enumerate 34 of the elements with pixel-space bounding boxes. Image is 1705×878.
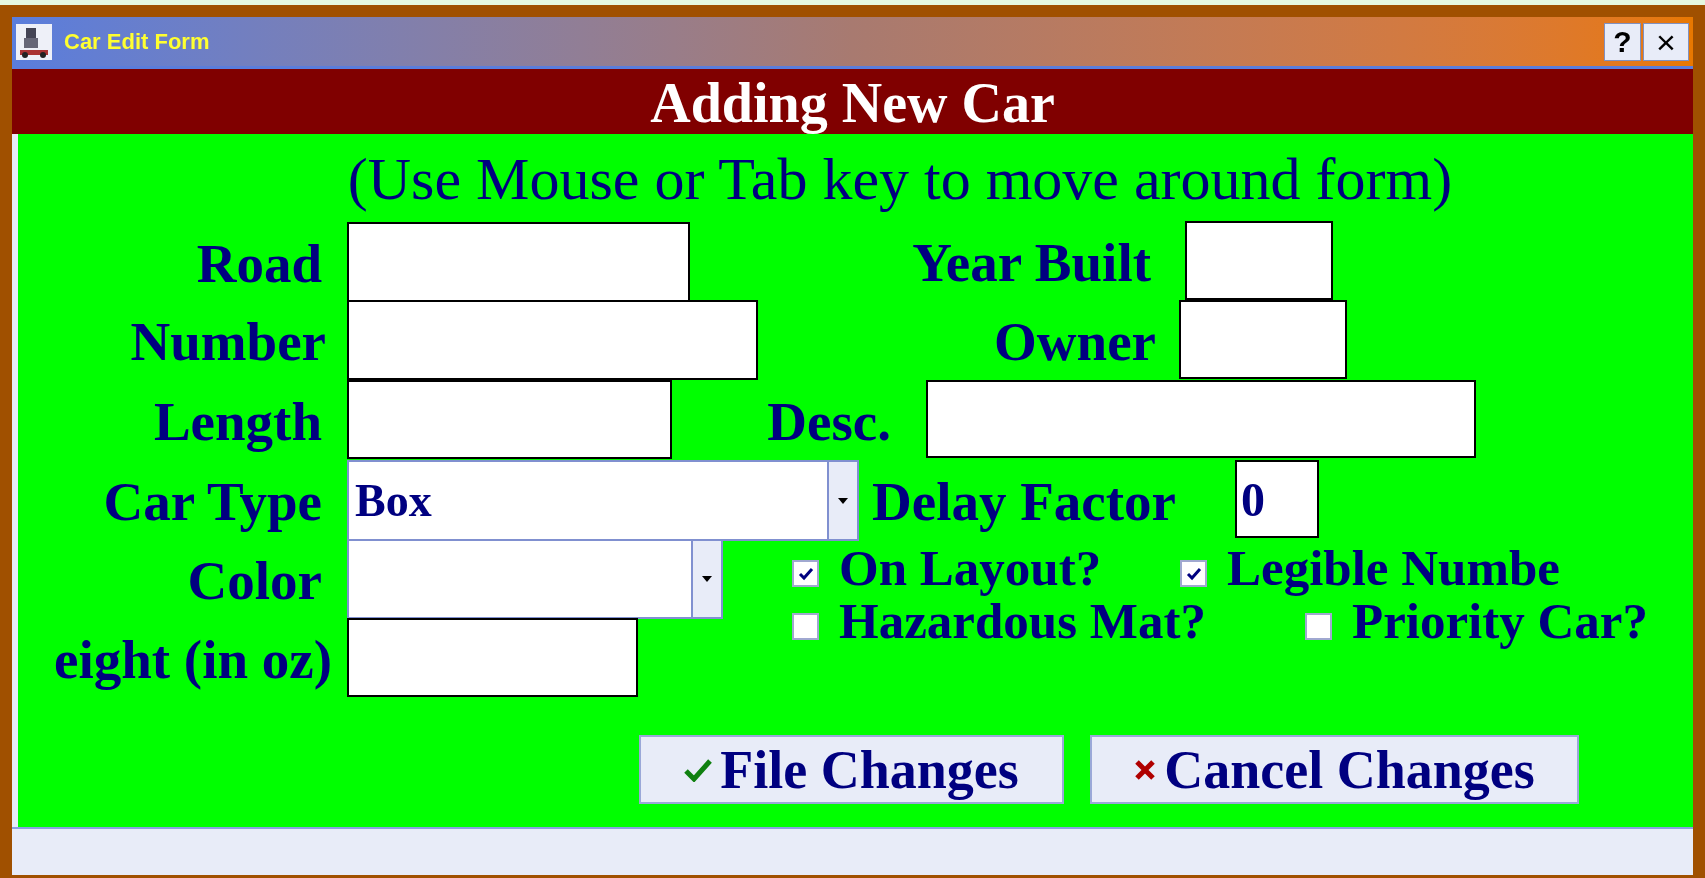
window-title: Car Edit Form (64, 28, 210, 56)
field-label: Owner (994, 314, 1156, 369)
instruction-text: (Use Mouse or Tab key to move around form) (346, 149, 1454, 211)
input-field[interactable] (347, 380, 672, 459)
field-label: Number (130, 314, 326, 369)
field-label: Desc. (767, 394, 891, 449)
field-label: Color (187, 553, 322, 608)
input-field[interactable]: 0 (1235, 460, 1319, 538)
cancel-button[interactable]: Cancel Changes (1090, 735, 1579, 804)
checkbox-label: On Layout? (839, 543, 1102, 594)
field-label: Year Built (912, 235, 1151, 290)
checkmark-icon (1185, 566, 1202, 581)
dropdown-field[interactable]: Box (347, 460, 859, 541)
checkbox[interactable] (792, 613, 819, 640)
file-changes-button[interactable]: File Changes (639, 735, 1064, 804)
input-field[interactable] (1185, 221, 1333, 300)
checkbox-label: Legible Numbe (1227, 543, 1560, 594)
input-field[interactable] (1179, 300, 1347, 379)
input-field[interactable] (926, 380, 1476, 458)
checkmark-icon (684, 757, 713, 782)
checkbox-label: Hazardous Mat? (839, 596, 1206, 647)
checkbox-label: Priority Car? (1352, 596, 1648, 647)
input-field[interactable] (347, 618, 638, 697)
field-label: Road (196, 236, 322, 291)
dropdown-field[interactable] (347, 539, 723, 619)
app-icon (16, 23, 52, 60)
input-field[interactable] (347, 300, 758, 380)
close-button[interactable]: × (1643, 22, 1689, 61)
checkbox[interactable] (792, 560, 819, 587)
help-button[interactable]: ? (1604, 22, 1641, 61)
checkbox[interactable] (1180, 560, 1207, 587)
cross-icon (1134, 758, 1157, 781)
checkmark-icon (797, 566, 814, 581)
checkbox[interactable] (1305, 613, 1332, 640)
